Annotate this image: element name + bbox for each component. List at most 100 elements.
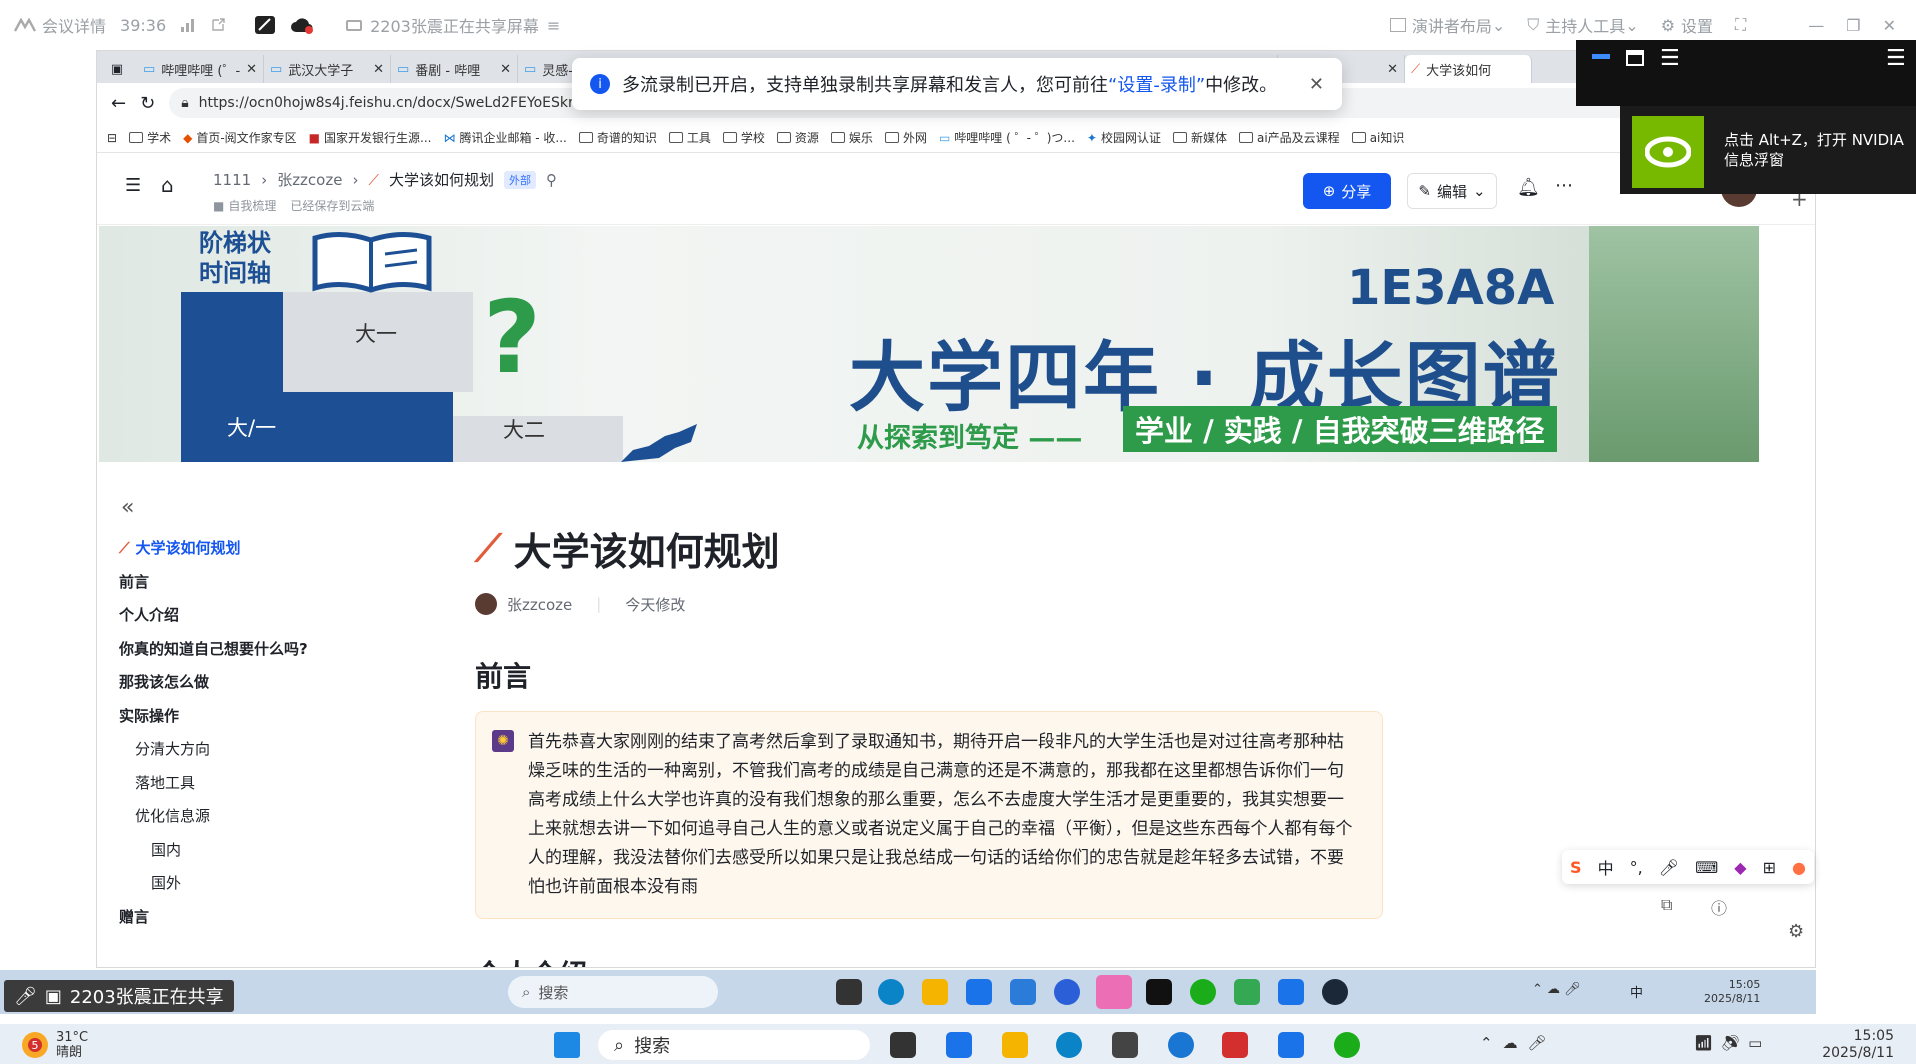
bell-icon[interactable]: 🔔︎: [1517, 177, 1540, 198]
bookmark-13[interactable]: ai产品及云课程: [1238, 129, 1340, 146]
outline-item[interactable]: 那我该怎么做: [119, 665, 379, 699]
taskview-icon[interactable]: [890, 1032, 916, 1058]
app-icon[interactable]: [1054, 979, 1080, 1005]
bookmark-6[interactable]: 学校: [722, 129, 765, 146]
back-icon[interactable]: ←: [111, 93, 126, 114]
outline-item[interactable]: ⟋ 大学该如何规划: [119, 531, 379, 565]
tiktok-icon[interactable]: [1146, 979, 1172, 1005]
browser-tab-2[interactable]: ▭ 番剧 - 哔哩 ✕: [391, 55, 518, 83]
settings-button[interactable]: ⚙ 设置: [1661, 13, 1713, 37]
outline-item[interactable]: 你真的知道自己想要什么吗?: [119, 632, 379, 666]
doc-copy-icon[interactable]: ⧉: [1661, 895, 1672, 915]
toggle-sidebar-icon[interactable]: ☰: [125, 175, 141, 196]
mic-icon[interactable]: 🎤︎: [1659, 858, 1679, 877]
system-clock[interactable]: 15:05 2025/8/11: [1822, 1028, 1894, 1062]
crumb-current[interactable]: 大学该如何规划: [389, 169, 494, 190]
wechat-icon[interactable]: [1334, 1032, 1360, 1058]
steam-icon[interactable]: [1322, 979, 1348, 1005]
bookmark-3[interactable]: ⋈ 腾讯企业邮箱 - 收...: [443, 129, 566, 146]
bookmark-7[interactable]: 资源: [776, 129, 819, 146]
sharing-badge[interactable]: 🎤︎ ▣ 2203张震正在共享: [4, 980, 234, 1012]
home-icon[interactable]: ⌂: [161, 173, 174, 197]
toast-settings-link[interactable]: “设置-录制”: [1108, 75, 1205, 96]
app-k-icon[interactable]: [1168, 1032, 1194, 1058]
bookmark-10[interactable]: ▭ 哔哩哔哩 ( ゜- ゜)つ...: [939, 129, 1075, 146]
outline-item[interactable]: 个人介绍: [119, 598, 379, 632]
author-name[interactable]: 张zzcoze: [507, 594, 572, 615]
keyboard-icon[interactable]: ⌨: [1695, 858, 1718, 877]
crumb-owner[interactable]: 张zzcoze: [277, 169, 342, 190]
file-explorer-icon[interactable]: [1002, 1032, 1028, 1058]
inner-clock[interactable]: 15:05 2025/8/11: [1704, 978, 1760, 1006]
store-icon[interactable]: [966, 979, 992, 1005]
host-tools-button[interactable]: ⛉ 主持人工具 ⌄: [1527, 13, 1638, 37]
taskview-icon[interactable]: [836, 979, 862, 1005]
bookmark-2[interactable]: ■ 国家开发银行生源...: [309, 129, 432, 146]
popout-icon[interactable]: [210, 17, 226, 33]
skin-icon[interactable]: ◆: [1734, 858, 1746, 877]
outline-item[interactable]: 赠言: [119, 900, 379, 934]
weather-widget[interactable]: 5 31°C 晴朗: [22, 1030, 88, 1060]
chat-icon[interactable]: [1234, 979, 1260, 1005]
ime-indicator[interactable]: 中: [1630, 982, 1643, 1001]
doc-title[interactable]: ⟋ 大学该如何规划: [475, 521, 780, 576]
author-avatar[interactable]: [475, 593, 497, 615]
minimize-panel-icon[interactable]: [1592, 54, 1610, 59]
edge-icon[interactable]: [1056, 1032, 1082, 1058]
app-icon[interactable]: [1112, 1032, 1138, 1058]
tray-icons[interactable]: ⌃☁🎤︎: [1480, 1034, 1557, 1052]
windows-start-icon[interactable]: [554, 1032, 580, 1058]
taskbar-search[interactable]: ⌕ 搜索: [598, 1030, 870, 1060]
list-icon[interactable]: ☰: [1660, 46, 1680, 71]
bookmark-9[interactable]: 外网: [884, 129, 927, 146]
mascot-icon[interactable]: ●: [1792, 858, 1806, 877]
store-icon[interactable]: [946, 1032, 972, 1058]
minimize-icon[interactable]: —: [1808, 16, 1824, 35]
bookmark-4[interactable]: 奇谱的知识: [578, 129, 657, 146]
bookmark-0[interactable]: 学术: [129, 129, 171, 146]
outline-item[interactable]: 落地工具: [119, 766, 379, 800]
feishu-icon[interactable]: [1278, 1032, 1304, 1058]
browser-tab-0[interactable]: ▭ 哔哩哔哩 (゜-゜)つ ✕: [137, 55, 264, 83]
window-icon[interactable]: [1626, 50, 1644, 66]
fullscreen-icon[interactable]: ⛶: [1735, 15, 1746, 35]
close-tab-icon[interactable]: ✕: [1387, 62, 1398, 77]
grid-icon[interactable]: ⊞: [1763, 858, 1776, 877]
browser-tab-5[interactable]: ⟋ 大学该如何: [1405, 55, 1532, 83]
cloud-record-icon[interactable]: [290, 16, 314, 34]
close-tab-icon[interactable]: ✕: [246, 62, 257, 77]
outline-item[interactable]: 优化信息源: [119, 799, 379, 833]
file-explorer-icon[interactable]: [922, 979, 948, 1005]
folder-link[interactable]: ■ 自我梳理: [213, 197, 276, 214]
callout-block[interactable]: ✺ 首先恭喜大家刚刚的结束了高考然后拿到了录取通知书，期待开启一段非凡的大学生活…: [475, 711, 1383, 919]
bookmark-8[interactable]: 娱乐: [830, 129, 873, 146]
browser-tab-1[interactable]: ▭ 武汉大学子 ✕: [264, 55, 391, 83]
outline-item[interactable]: 实际操作: [119, 699, 379, 733]
tray-icons[interactable]: ⌃ ☁ 🎤︎: [1532, 982, 1581, 997]
punct-icon[interactable]: °,: [1630, 858, 1643, 877]
edit-button[interactable]: ✎ 编辑 ⌄: [1407, 173, 1497, 209]
close-tab-icon[interactable]: ✕: [373, 62, 384, 77]
network-volume-icons[interactable]: 📶︎🔊︎▭: [1694, 1034, 1770, 1052]
crumb-space[interactable]: 1111: [213, 171, 251, 189]
annotate-icon[interactable]: [254, 15, 276, 35]
bookmark-14[interactable]: ai知识: [1351, 129, 1404, 146]
outline-item[interactable]: 分清大方向: [119, 732, 379, 766]
meeting-info[interactable]: 会议详情: [14, 13, 106, 37]
close-icon[interactable]: ✕: [1883, 16, 1896, 35]
outline-item[interactable]: 国内: [119, 833, 379, 867]
restore-icon[interactable]: ❐: [1846, 16, 1860, 35]
settings-gear-icon[interactable]: ⚙: [1788, 921, 1804, 942]
pin-icon[interactable]: ⚲: [546, 171, 557, 189]
expand-menu-icon[interactable]: ☰: [1886, 46, 1906, 71]
taskbar-search[interactable]: ⌕ 搜索: [508, 976, 718, 1008]
ime-lang[interactable]: 中: [1598, 855, 1614, 879]
close-tab-icon[interactable]: ✕: [500, 62, 511, 77]
feishu-icon[interactable]: [1278, 979, 1304, 1005]
tab-actions-icon[interactable]: ▣: [97, 55, 137, 83]
bookmark-5[interactable]: 工具: [668, 129, 711, 146]
sharing-indicator[interactable]: 2203张震正在共享屏幕 ≡: [346, 13, 560, 37]
sogou-icon[interactable]: S: [1570, 858, 1582, 877]
collapse-outline-icon[interactable]: «: [121, 495, 134, 520]
bilibili-app-icon[interactable]: [1096, 975, 1132, 1009]
